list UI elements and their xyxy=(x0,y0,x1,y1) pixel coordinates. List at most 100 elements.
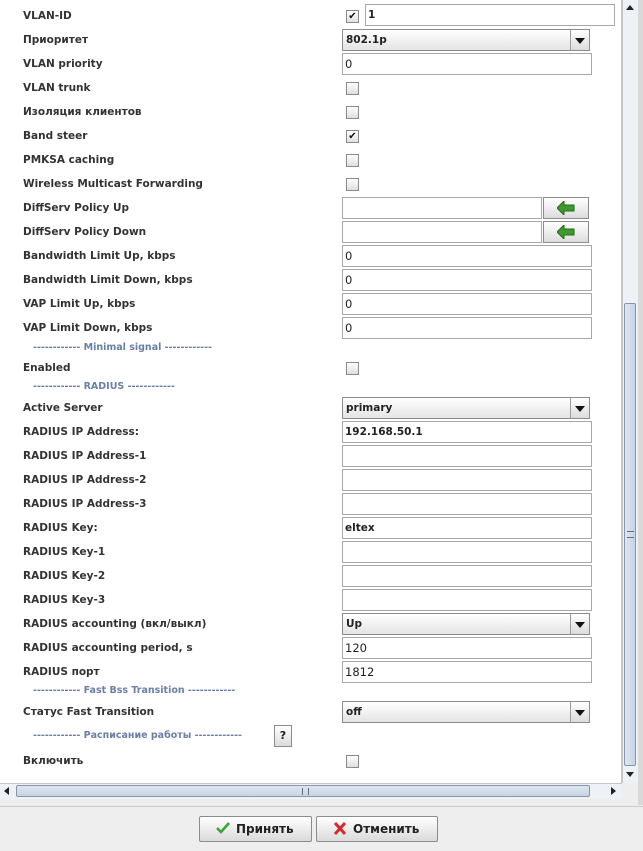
row-client-isolation: Изоляция клиентов xyxy=(0,101,621,123)
radius-ip-2-input[interactable] xyxy=(342,469,592,491)
row-pmksa-caching: PMKSA caching xyxy=(0,149,621,171)
vertical-scroll-thumb[interactable] xyxy=(624,303,636,766)
diffserv-down-apply-button[interactable] xyxy=(543,221,589,243)
vlan-trunk-checkbox[interactable] xyxy=(346,82,359,95)
row-radius-ip-3: RADIUS IP Address-3 xyxy=(0,493,621,515)
scroll-left-icon[interactable] xyxy=(0,784,15,799)
pmksa-caching-label: PMKSA caching xyxy=(23,154,115,166)
bw-up-label: Bandwidth Limit Up, kbps xyxy=(23,250,176,262)
radius-accounting-select[interactable]: Up xyxy=(342,613,590,635)
diffserv-up-input[interactable] xyxy=(342,197,542,219)
scroll-down-icon[interactable] xyxy=(623,767,638,782)
radius-key-3-label: RADIUS Key-3 xyxy=(23,594,106,606)
radius-key-input[interactable] xyxy=(342,517,592,539)
vlan-priority-input[interactable] xyxy=(342,53,592,75)
radius-accounting-value: Up xyxy=(346,618,363,630)
dialog-footer: Принять Отменить xyxy=(0,806,643,851)
horizontal-scroll-thumb[interactable] xyxy=(16,785,590,797)
radius-ip-1-input[interactable] xyxy=(342,445,592,467)
row-vap-down: VAP Limit Down, kbps xyxy=(0,317,621,339)
pmksa-caching-checkbox[interactable] xyxy=(346,154,359,167)
priority-value: 802.1p xyxy=(346,34,387,46)
ft-status-value: off xyxy=(346,706,362,718)
active-server-label: Active Server xyxy=(23,402,103,414)
vap-down-input[interactable] xyxy=(342,317,592,339)
row-vlan-id: VLAN-ID ✔ xyxy=(0,4,621,27)
wmf-checkbox[interactable] xyxy=(346,178,359,191)
enabled-checkbox[interactable] xyxy=(346,362,359,375)
row-wmf: Wireless Multicast Forwarding xyxy=(0,173,621,195)
row-schedule-enable: Включить xyxy=(0,750,621,772)
radius-ip-2-label: RADIUS IP Address-2 xyxy=(23,474,147,486)
row-vap-up: VAP Limit Up, kbps xyxy=(0,293,621,315)
chevron-down-icon[interactable] xyxy=(570,702,589,722)
row-priority: Приоритет 802.1p xyxy=(0,29,621,51)
vlan-id-checkbox[interactable]: ✔ xyxy=(346,10,359,23)
chevron-down-icon[interactable] xyxy=(570,614,589,634)
radius-key-2-input[interactable] xyxy=(342,565,592,587)
section-minimal-signal: ------------ Minimal signal ------------ xyxy=(33,342,212,353)
band-steer-label: Band steer xyxy=(23,130,88,142)
radius-key-1-label: RADIUS Key-1 xyxy=(23,546,106,558)
priority-select[interactable]: 802.1p xyxy=(342,29,590,51)
row-radius-key-1: RADIUS Key-1 xyxy=(0,541,621,563)
red-x-icon xyxy=(333,822,347,835)
row-band-steer: Band steer ✔ xyxy=(0,125,621,147)
radius-port-input[interactable] xyxy=(342,661,592,683)
chevron-down-icon[interactable] xyxy=(570,30,589,50)
help-button[interactable]: ? xyxy=(274,725,292,747)
green-left-arrow-icon xyxy=(557,201,575,215)
ft-status-select[interactable]: off xyxy=(342,701,590,723)
grip-icon xyxy=(302,788,309,795)
client-isolation-checkbox[interactable] xyxy=(346,106,359,119)
row-ft-status: Статус Fast Transition off xyxy=(0,701,621,723)
client-isolation-label: Изоляция клиентов xyxy=(23,106,142,118)
vap-up-label: VAP Limit Up, kbps xyxy=(23,298,136,310)
bw-down-input[interactable] xyxy=(342,269,592,291)
row-active-server: Active Server primary xyxy=(0,397,621,419)
active-server-select[interactable]: primary xyxy=(342,397,590,419)
diffserv-up-label: DiffServ Policy Up xyxy=(23,202,130,214)
row-bw-down: Bandwidth Limit Down, kbps xyxy=(0,269,621,291)
vertical-scrollbar[interactable] xyxy=(622,0,638,783)
radius-key-1-input[interactable] xyxy=(342,541,592,563)
row-radius-port: RADIUS порт xyxy=(0,661,621,683)
row-diffserv-down: DiffServ Policy Down xyxy=(0,221,621,243)
row-vlan-trunk: VLAN trunk xyxy=(0,77,621,99)
section-schedule: ------------ Расписание работы ---------… xyxy=(33,730,242,741)
checkmark-icon xyxy=(216,822,230,834)
accept-button[interactable]: Принять xyxy=(199,816,312,842)
section-radius: ------------ RADIUS ------------ xyxy=(33,381,175,392)
vlan-id-input[interactable] xyxy=(365,4,615,26)
scroll-up-icon[interactable] xyxy=(623,0,638,15)
radius-accounting-label: RADIUS accounting (вкл/выкл) xyxy=(23,618,207,630)
scroll-right-icon[interactable] xyxy=(606,784,621,799)
diffserv-up-apply-button[interactable] xyxy=(543,197,589,219)
vlan-id-label: VLAN-ID xyxy=(23,10,72,22)
chevron-down-icon[interactable] xyxy=(570,398,589,418)
enabled-label: Enabled xyxy=(23,362,71,374)
band-steer-checkbox[interactable]: ✔ xyxy=(346,130,359,143)
row-radius-ip-1: RADIUS IP Address-1 xyxy=(0,445,621,467)
schedule-enable-label: Включить xyxy=(23,755,84,767)
ft-status-label: Статус Fast Transition xyxy=(23,706,155,718)
radius-acc-period-input[interactable] xyxy=(342,637,592,659)
radius-ip-label: RADIUS IP Address: xyxy=(23,426,139,438)
diffserv-down-input[interactable] xyxy=(342,221,542,243)
cancel-label: Отменить xyxy=(353,822,420,836)
cancel-button[interactable]: Отменить xyxy=(316,816,438,842)
horizontal-scrollbar[interactable] xyxy=(0,783,622,799)
radius-ip-input[interactable] xyxy=(342,421,592,443)
row-diffserv-up: DiffServ Policy Up xyxy=(0,197,621,219)
active-server-value: primary xyxy=(346,402,393,414)
radius-ip-1-label: RADIUS IP Address-1 xyxy=(23,450,147,462)
vlan-priority-label: VLAN priority xyxy=(23,58,103,70)
bw-up-input[interactable] xyxy=(342,245,592,267)
green-left-arrow-icon xyxy=(557,225,575,239)
radius-key-3-input[interactable] xyxy=(342,589,592,611)
schedule-enable-checkbox[interactable] xyxy=(346,755,359,768)
radius-ip-3-input[interactable] xyxy=(342,493,592,515)
row-vlan-priority: VLAN priority xyxy=(0,53,621,75)
vap-up-input[interactable] xyxy=(342,293,592,315)
window-edge xyxy=(638,0,643,805)
